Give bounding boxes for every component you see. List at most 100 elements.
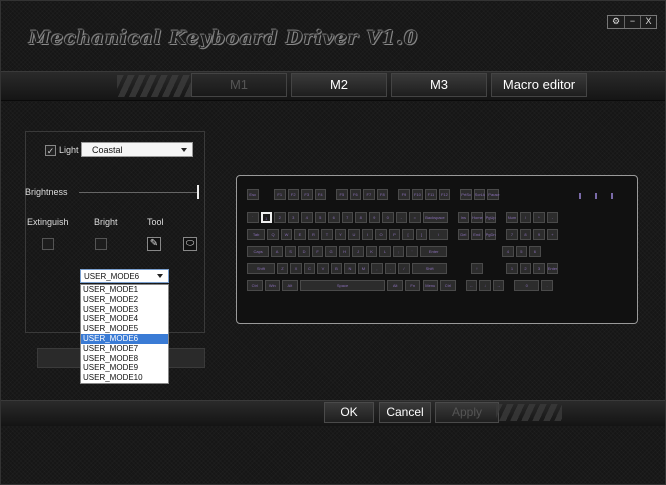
- key-ctrl[interactable]: Ctrl: [440, 280, 456, 291]
- key-h[interactable]: H: [338, 246, 351, 257]
- key-z[interactable]: Z: [276, 263, 289, 274]
- key--[interactable]: [: [402, 229, 414, 240]
- key-4[interactable]: 4: [502, 246, 514, 257]
- user-mode-option[interactable]: USER_MODE3: [81, 305, 168, 315]
- key-fn[interactable]: Fn: [404, 280, 421, 291]
- user-mode-option[interactable]: USER_MODE7: [81, 344, 168, 354]
- key-f1[interactable]: F1: [274, 189, 286, 200]
- key-enter[interactable]: Enter: [419, 246, 448, 257]
- key--[interactable]: ': [406, 246, 418, 257]
- close-button[interactable]: X: [640, 16, 656, 28]
- key-f3[interactable]: F3: [301, 189, 313, 200]
- user-mode-option[interactable]: USER_MODE1: [81, 285, 168, 295]
- pen-tool-button[interactable]: ✎: [147, 237, 161, 251]
- key-x[interactable]: X: [290, 263, 302, 274]
- cancel-button[interactable]: Cancel: [379, 402, 431, 423]
- key--[interactable]: +: [546, 229, 559, 240]
- key-o[interactable]: O: [375, 229, 387, 240]
- key-s[interactable]: S: [284, 246, 297, 257]
- key-7[interactable]: 7: [341, 212, 353, 223]
- key--[interactable]: ↑: [471, 263, 483, 274]
- key-f5[interactable]: F5: [336, 189, 348, 200]
- key-alt[interactable]: Alt: [282, 280, 298, 291]
- key-2[interactable]: 2: [274, 212, 286, 223]
- key-prtsc[interactable]: PrtSc: [460, 189, 472, 200]
- user-mode-option[interactable]: USER_MODE4: [81, 314, 168, 324]
- key-m[interactable]: M: [357, 263, 370, 274]
- light-effect-select[interactable]: Coastal: [81, 142, 193, 157]
- key-scrlk[interactable]: ScrLk: [473, 189, 486, 200]
- apply-button[interactable]: Apply: [435, 402, 499, 423]
- key-a[interactable]: A: [271, 246, 283, 257]
- user-mode-select[interactable]: USER_MODE6: [80, 269, 169, 283]
- key-p[interactable]: P: [388, 229, 401, 240]
- key-c[interactable]: C: [303, 263, 316, 274]
- extinguish-checkbox[interactable]: [42, 238, 54, 250]
- key-9[interactable]: 9: [533, 229, 545, 240]
- tab-macro-editor[interactable]: Macro editor: [491, 73, 587, 97]
- key-pgup[interactable]: PgUp: [484, 212, 497, 223]
- key-esc[interactable]: Esc: [247, 189, 259, 200]
- tab-m1[interactable]: M1: [191, 73, 287, 97]
- key-pgdn[interactable]: PgDn: [484, 229, 497, 240]
- key-ins[interactable]: Ins: [457, 212, 470, 223]
- key-q[interactable]: Q: [267, 229, 279, 240]
- key-del[interactable]: Del: [457, 229, 470, 240]
- key-home[interactable]: Home: [471, 212, 483, 223]
- key--[interactable]: ←: [465, 280, 478, 291]
- key-f2[interactable]: F2: [287, 189, 299, 200]
- key-tab[interactable]: Tab: [247, 229, 266, 240]
- key-shift[interactable]: Shift: [247, 263, 275, 274]
- key-k[interactable]: K: [365, 246, 378, 257]
- key--[interactable]: ]: [415, 229, 428, 240]
- key-0[interactable]: 0: [382, 212, 394, 223]
- key-end[interactable]: End: [471, 229, 483, 240]
- user-mode-option[interactable]: USER_MODE10: [81, 373, 168, 383]
- key--[interactable]: -: [395, 212, 407, 223]
- user-mode-option[interactable]: USER_MODE9: [81, 363, 168, 373]
- key--[interactable]: →: [492, 280, 505, 291]
- key-f11[interactable]: F11: [425, 189, 437, 200]
- key-shift[interactable]: Shift: [411, 263, 448, 274]
- key-ctrl[interactable]: Ctrl: [247, 280, 263, 291]
- key-f12[interactable]: F12: [438, 189, 451, 200]
- key-d[interactable]: D: [298, 246, 310, 257]
- key-5[interactable]: 5: [515, 246, 528, 257]
- key-enter[interactable]: Enter: [546, 263, 559, 274]
- key-0[interactable]: 0: [514, 280, 540, 291]
- user-mode-option[interactable]: USER_MODE5: [81, 324, 168, 334]
- brightness-slider-thumb[interactable]: [197, 185, 199, 199]
- user-mode-option-selected[interactable]: USER_MODE6: [81, 333, 168, 344]
- key-2[interactable]: 2: [519, 263, 532, 274]
- key-4[interactable]: 4: [301, 212, 313, 223]
- key-u[interactable]: U: [348, 229, 360, 240]
- key-b[interactable]: B: [330, 263, 343, 274]
- eraser-tool-button[interactable]: ⬭: [183, 237, 197, 251]
- key-alt[interactable]: Alt: [387, 280, 403, 291]
- key-7[interactable]: 7: [506, 229, 518, 240]
- key-5[interactable]: 5: [314, 212, 326, 223]
- key--[interactable]: /: [519, 212, 532, 223]
- tab-m3[interactable]: M3: [391, 73, 487, 97]
- light-checkbox[interactable]: ✓: [45, 145, 56, 156]
- key-menu[interactable]: Menu: [422, 280, 439, 291]
- user-mode-option[interactable]: USER_MODE2: [81, 295, 168, 305]
- key-n[interactable]: N: [344, 263, 356, 274]
- key--[interactable]: ;: [392, 246, 405, 257]
- key--[interactable]: ,: [371, 263, 383, 274]
- key--[interactable]: =: [409, 212, 421, 223]
- key-f[interactable]: F: [311, 246, 324, 257]
- key-f10[interactable]: F10: [411, 189, 424, 200]
- key-v[interactable]: V: [317, 263, 329, 274]
- key-6[interactable]: 6: [529, 246, 541, 257]
- key-1[interactable]: 1: [260, 212, 272, 223]
- key-9[interactable]: 9: [368, 212, 380, 223]
- key-w[interactable]: W: [280, 229, 293, 240]
- key-backspace[interactable]: Backspace: [422, 212, 448, 223]
- key-8[interactable]: 8: [519, 229, 532, 240]
- key-3[interactable]: 3: [287, 212, 299, 223]
- key-i[interactable]: I: [361, 229, 374, 240]
- key-t[interactable]: T: [321, 229, 333, 240]
- key-l[interactable]: L: [379, 246, 391, 257]
- key-f6[interactable]: F6: [349, 189, 362, 200]
